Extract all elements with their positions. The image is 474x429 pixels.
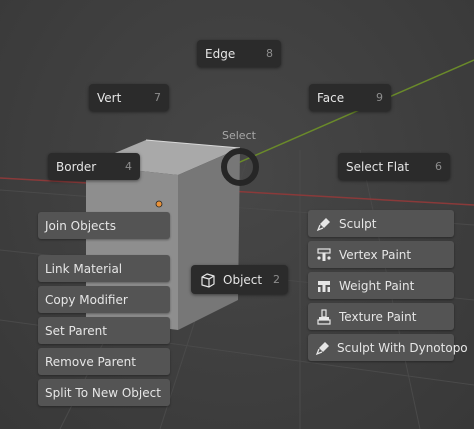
set-parent-button[interactable]: Set Parent — [38, 317, 170, 344]
pie-item-label: Select Flat — [346, 159, 410, 174]
pie-item-shortcut: 2 — [273, 273, 280, 286]
join-objects-button[interactable]: Join Objects — [38, 212, 170, 239]
pie-item-label: Edge — [205, 46, 236, 61]
pie-menu-title: Select — [222, 129, 256, 142]
split-to-new-object-button[interactable]: Split To New Object — [38, 379, 170, 406]
pie-item-object[interactable]: Object 2 — [191, 265, 288, 294]
pie-item-label: Face — [317, 90, 345, 105]
object-origin — [155, 200, 163, 208]
3d-viewport[interactable]: Select Edge 8 Vert 7 Face 9 Border 4 Sel… — [0, 0, 474, 429]
texture-paint-icon — [315, 308, 333, 326]
sculpt-brush-icon — [315, 215, 333, 233]
sculpt-brush-icon — [315, 339, 331, 357]
texture-paint-mode-label: Texture Paint — [339, 309, 417, 324]
pie-item-shortcut: 8 — [266, 47, 273, 60]
pie-item-vert[interactable]: Vert 7 — [89, 84, 169, 111]
vertex-paint-mode-label: Vertex Paint — [339, 247, 412, 262]
sculpt-mode-label: Sculpt — [339, 216, 377, 231]
texture-paint-mode-button[interactable]: Texture Paint — [308, 303, 454, 330]
pie-item-border[interactable]: Border 4 — [48, 153, 140, 180]
pie-center-ring — [221, 148, 259, 186]
pie-item-edge[interactable]: Edge 8 — [197, 40, 281, 67]
pie-item-label: Border — [56, 159, 97, 174]
pie-item-shortcut: 4 — [125, 160, 132, 173]
copy-modifier-button[interactable]: Copy Modifier — [38, 286, 170, 313]
link-material-button[interactable]: Link Material — [38, 255, 170, 282]
vertex-paint-icon — [315, 246, 333, 264]
vertex-paint-mode-button[interactable]: Vertex Paint — [308, 241, 454, 268]
sculpt-dyntopo-label: Sculpt With Dynotopo — [337, 340, 468, 355]
weight-paint-mode-label: Weight Paint — [339, 278, 415, 293]
pie-item-shortcut: 6 — [435, 160, 442, 173]
object-cube-icon — [199, 271, 217, 289]
pie-item-shortcut: 7 — [154, 91, 161, 104]
pie-item-shortcut: 9 — [376, 91, 383, 104]
pie-item-select-flat[interactable]: Select Flat 6 — [338, 153, 450, 180]
weight-paint-mode-button[interactable]: Weight Paint — [308, 272, 454, 299]
sculpt-mode-button[interactable]: Sculpt — [308, 210, 454, 237]
pie-item-label: Object — [223, 272, 263, 287]
remove-parent-button[interactable]: Remove Parent — [38, 348, 170, 375]
sculpt-dyntopo-button[interactable]: Sculpt With Dynotopo — [308, 334, 468, 361]
pie-item-label: Vert — [97, 90, 122, 105]
weight-paint-icon — [315, 277, 333, 295]
pie-item-face[interactable]: Face 9 — [309, 84, 391, 111]
